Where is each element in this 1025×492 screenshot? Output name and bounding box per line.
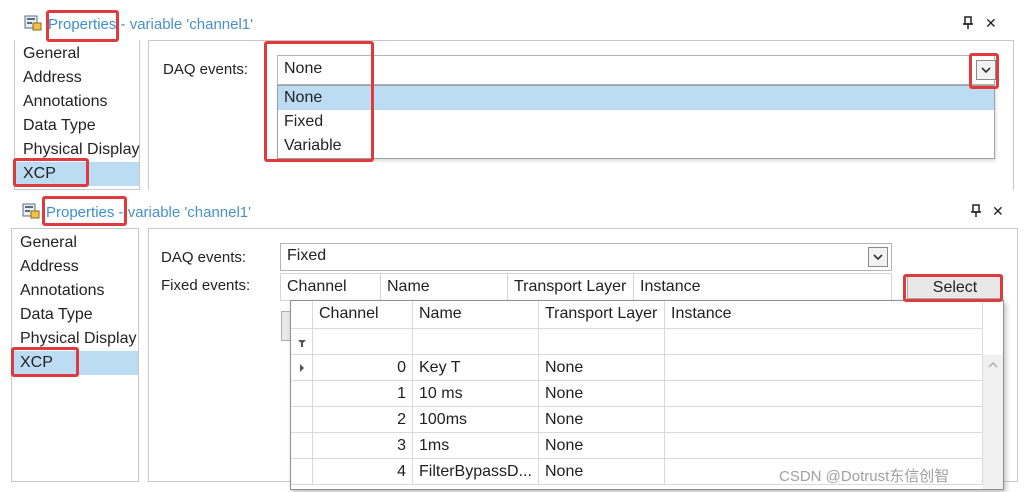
bottom-title-main: Properties — [46, 204, 115, 221]
watermark-text: CSDN @Dotrust东信创智 — [779, 468, 950, 485]
daq-events-combobox[interactable]: Fixed — [280, 243, 892, 271]
nav-item-general[interactable]: General — [12, 231, 138, 255]
row-indicator — [291, 459, 313, 485]
option-fixed[interactable]: Fixed — [278, 110, 994, 134]
popup-row-header-corner — [291, 301, 313, 329]
top-title-rest: - variable 'channel1' — [116, 16, 254, 33]
event-selection-popup: Channel Name Transport Layer Instance 0 … — [290, 300, 1004, 490]
pin-icon[interactable] — [962, 16, 974, 33]
fixed-events-label: Fixed events: — [161, 277, 251, 294]
row-indicator — [291, 433, 313, 459]
popup-col-instance[interactable]: Instance — [665, 301, 983, 329]
table-row-transport[interactable]: None — [539, 407, 665, 433]
close-icon[interactable]: ✕ — [992, 203, 1004, 220]
nav-item-general[interactable]: General — [15, 42, 139, 66]
table-row-instance[interactable] — [665, 433, 983, 459]
current-row-arrow-icon — [300, 364, 304, 372]
daq-dropdown-button[interactable] — [868, 247, 888, 267]
popup-col-transport-layer[interactable]: Transport Layer — [539, 301, 665, 329]
vertical-scrollbar[interactable] — [983, 355, 1003, 489]
filter-row-header — [291, 329, 313, 355]
table-row-channel[interactable]: 2 — [313, 407, 413, 433]
chevron-down-icon — [873, 253, 883, 260]
table-row-transport[interactable]: None — [539, 355, 665, 381]
properties-app-icon — [22, 203, 40, 219]
top-content-area: DAQ events: None None Fixed Variable — [148, 40, 1014, 190]
table-row-name[interactable]: 100ms — [413, 407, 539, 433]
daq-events-combobox[interactable]: None — [277, 55, 995, 85]
option-variable[interactable]: Variable — [278, 134, 994, 158]
fixed-events-grid-header: Channel Name Transport Layer Instance — [280, 273, 892, 301]
filter-cell-instance[interactable] — [665, 329, 983, 355]
table-row-transport[interactable]: None — [539, 433, 665, 459]
option-none[interactable]: None — [278, 86, 994, 110]
row-indicator — [291, 407, 313, 433]
daq-events-label: DAQ events: — [161, 249, 247, 266]
nav-item-data-type[interactable]: Data Type — [12, 303, 138, 327]
top-title-bar: Properties - variable 'channel1' ✕ — [0, 10, 1025, 38]
table-row-instance[interactable] — [665, 407, 983, 433]
filter-cell-name[interactable] — [413, 329, 539, 355]
table-row-instance[interactable] — [665, 381, 983, 407]
bottom-nav-list: General Address Annotations Data Type Ph… — [11, 228, 139, 482]
table-row-transport[interactable]: None — [539, 459, 665, 485]
table-row-name[interactable]: 10 ms — [413, 381, 539, 407]
table-row-channel[interactable]: 1 — [313, 381, 413, 407]
row-indicator — [291, 381, 313, 407]
nav-item-address[interactable]: Address — [15, 66, 139, 90]
properties-app-icon — [24, 15, 42, 31]
scroll-up-arrow-icon[interactable] — [983, 355, 1003, 375]
nav-item-physical-display[interactable]: Physical Display — [12, 327, 138, 351]
table-row-instance[interactable] — [665, 355, 983, 381]
grid-col-channel[interactable]: Channel — [281, 274, 381, 300]
table-row-name[interactable]: 1ms — [413, 433, 539, 459]
nav-item-physical-display[interactable]: Physical Display — [15, 138, 139, 162]
nav-item-data-type[interactable]: Data Type — [15, 114, 139, 138]
filter-icon — [298, 340, 306, 347]
nav-item-address[interactable]: Address — [12, 255, 138, 279]
filter-cell-transport[interactable] — [539, 329, 665, 355]
chevron-down-icon — [981, 66, 991, 73]
daq-events-label: DAQ events: — [163, 61, 249, 78]
top-nav-list: General Address Annotations Data Type Ph… — [14, 40, 140, 190]
select-button[interactable]: Select — [907, 275, 1003, 299]
nav-item-annotations[interactable]: Annotations — [12, 279, 138, 303]
grid-col-transport-layer[interactable]: Transport Layer — [508, 274, 634, 300]
bottom-title-bar: Properties - variable 'channel1' ✕ — [0, 198, 1025, 226]
top-title-main: Properties — [48, 16, 117, 33]
top-properties-panel: Properties - variable 'channel1' ✕ Gener… — [0, 0, 1025, 190]
nav-item-xcp[interactable]: XCP — [12, 351, 138, 375]
table-row-channel[interactable]: 4 — [313, 459, 413, 485]
daq-dropdown-button[interactable] — [976, 60, 996, 80]
table-row-channel[interactable]: 3 — [313, 433, 413, 459]
grid-col-name[interactable]: Name — [381, 274, 508, 300]
popup-col-channel[interactable]: Channel — [313, 301, 413, 329]
row-indicator — [291, 355, 313, 381]
bottom-properties-panel: Properties - variable 'channel1' ✕ Gener… — [0, 192, 1025, 492]
table-row-transport[interactable]: None — [539, 381, 665, 407]
daq-options-dropdown: None Fixed Variable — [277, 85, 995, 159]
table-row-name[interactable]: FilterBypassD... — [413, 459, 539, 485]
table-row-name[interactable]: Key T — [413, 355, 539, 381]
nav-item-xcp[interactable]: XCP — [15, 162, 139, 186]
bottom-title-rest: - variable 'channel1' — [114, 204, 252, 221]
close-icon[interactable]: ✕ — [985, 15, 997, 32]
nav-item-annotations[interactable]: Annotations — [15, 90, 139, 114]
pin-icon[interactable] — [970, 204, 982, 221]
filter-cell-channel[interactable] — [313, 329, 413, 355]
table-row-channel[interactable]: 0 — [313, 355, 413, 381]
popup-col-name[interactable]: Name — [413, 301, 539, 329]
grid-col-instance[interactable]: Instance — [634, 274, 891, 300]
